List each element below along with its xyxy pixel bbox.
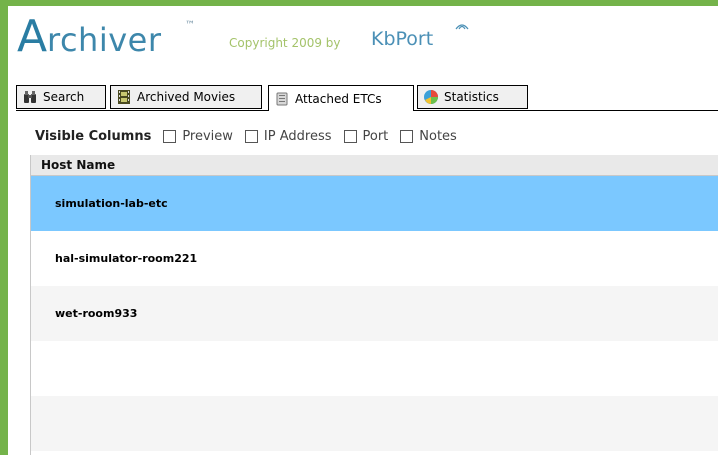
logo-initial: A — [17, 11, 48, 62]
window-frame-left — [0, 0, 8, 455]
company-logo: KbPort — [371, 28, 434, 50]
copyright-text: Copyright 2009 by — [229, 36, 341, 50]
table-row[interactable] — [31, 396, 718, 451]
signal-arc-icon — [455, 24, 469, 30]
tab-attached-etcs[interactable]: Attached ETCs — [268, 85, 414, 112]
pie-chart-icon — [424, 90, 438, 104]
device-icon — [276, 92, 288, 105]
tab-search-label: Search — [43, 90, 85, 104]
column-header-host-name[interactable]: Host Name — [31, 155, 718, 176]
tab-attached-etcs-label: Attached ETCs — [295, 91, 382, 106]
window-frame-top — [0, 0, 718, 6]
table-row[interactable] — [31, 341, 718, 396]
host-name-cell: simulation-lab-etc — [55, 197, 168, 210]
logo-text: rchiver — [47, 21, 162, 59]
table-row[interactable]: wet-room933 — [31, 286, 718, 341]
tab-statistics[interactable]: Statistics — [417, 85, 528, 109]
tab-search[interactable]: Search — [16, 85, 106, 109]
port-checkbox[interactable] — [343, 129, 357, 143]
table-row[interactable]: simulation-lab-etc — [31, 176, 718, 231]
visible-columns-bar: Visible Columns Preview IP Address Port … — [35, 127, 465, 145]
ip-address-checkbox[interactable] — [244, 129, 258, 143]
notes-checkbox[interactable] — [400, 129, 414, 143]
host-name-cell: hal-simulator-room221 — [55, 252, 198, 265]
table-row[interactable]: hal-simulator-room221 — [31, 231, 718, 286]
etc-host-grid: Host Name simulation-lab-etc hal-simulat… — [30, 155, 718, 455]
binoculars-icon — [24, 91, 36, 103]
tab-archived-movies[interactable]: Archived Movies — [110, 85, 262, 109]
ip-address-checkbox-label: IP Address — [263, 128, 332, 144]
trademark-symbol: ™ — [185, 20, 195, 31]
attached-etcs-panel: Visible Columns Preview IP Address Port … — [16, 111, 718, 455]
host-name-cell: wet-room933 — [55, 307, 138, 320]
preview-checkbox-label: Preview — [182, 128, 233, 144]
tab-archived-movies-label: Archived Movies — [137, 90, 236, 104]
port-checkbox-label: Port — [362, 128, 389, 144]
visible-columns-label: Visible Columns — [35, 128, 152, 144]
notes-checkbox-label: Notes — [419, 128, 457, 144]
preview-checkbox[interactable] — [163, 129, 177, 143]
film-icon — [118, 90, 130, 104]
tab-statistics-label: Statistics — [444, 90, 499, 104]
